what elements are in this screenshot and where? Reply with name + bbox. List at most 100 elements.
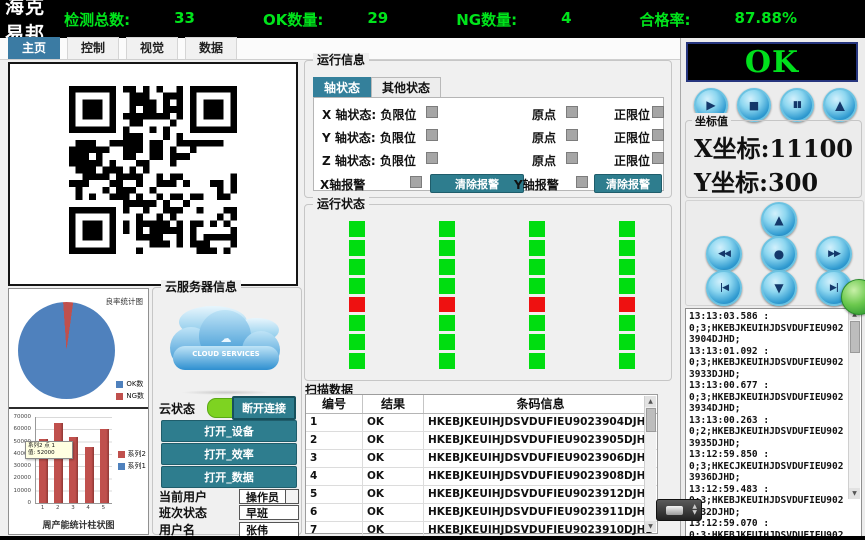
cloud-services-icon: ☁ CLOUD SERVICES [161,300,293,386]
status-led [529,315,545,331]
bar-x-axis: 12345 [35,505,111,511]
result-display: OK [686,42,858,82]
jog-pad: ▲◀◀●▶▶|◀▼▶| [685,200,864,306]
status-led [349,334,365,350]
svg-text:CLOUD SERVICES: CLOUD SERVICES [192,350,259,358]
axis-status-row: Y 轴状态: 负限位原点正限位 [314,129,663,143]
row-result: OK [363,414,424,431]
pos-limit-indicator [652,152,664,164]
x-tick-label: 3 [71,505,75,511]
legend-swatch [116,381,123,388]
tab-data[interactable]: 数据 [185,37,237,59]
alarm-indicator [576,176,588,188]
jog-up-button[interactable]: ▲ [761,202,797,238]
row-id: 6 [306,504,363,521]
record-button[interactable]: ● [761,236,797,272]
eject-button[interactable]: ▲ [823,88,857,122]
tab-home[interactable]: 主页 [8,37,60,59]
field-value[interactable]: 早班 [239,505,299,520]
log-scrollbar[interactable]: ▲ ▼ [848,309,860,499]
jog-left-button[interactable]: ◀◀ [706,236,742,272]
status-led [439,259,455,275]
status-led [349,353,365,369]
run-info-tab-1[interactable]: 其他状态 [371,77,441,98]
scrollbar-thumb[interactable] [850,321,860,353]
status-led [529,278,545,294]
pause-button[interactable]: ▮▮ [780,88,814,122]
open-button-1[interactable]: 打开_效率 [161,443,297,465]
bar [100,429,109,503]
scroll-up-icon[interactable]: ▲ [645,396,656,407]
mini-down-icon[interactable]: ▼ [692,510,697,516]
stop-button[interactable]: ■ [737,88,771,122]
table-row[interactable]: 5OKHKEBJKEUIHJDSVDUFIEU9023912DJHD [306,486,657,504]
bar [85,447,94,504]
x-tick-label: 2 [56,505,60,511]
header-stat: OK数量:29 [263,9,388,30]
status-led [619,259,635,275]
status-led [619,278,635,294]
scroll-down-icon[interactable]: ▼ [645,521,656,532]
table-row[interactable]: 6OKHKEBJKEUIHJDSVDUFIEU9023911DJHD [306,504,657,522]
legend-item: 系列1 [118,461,146,471]
run-info-panel: 运行信息 轴状态其他状态 X 轴状态: 负限位原点正限位Y 轴状态: 负限位原点… [304,60,672,198]
status-led [529,221,545,237]
status-led [529,297,545,313]
clear-alarm-button[interactable]: 清除报警 [594,174,662,193]
table-row[interactable]: 1OKHKEBJKEUIHJDSVDUFIEU9023904DJHD [306,414,657,432]
tab-control[interactable]: 控制 [67,37,119,59]
field-value[interactable]: 张伟 [239,522,299,537]
field-label: 班次状态 [159,504,239,521]
legend-item: 系列2 [118,449,146,459]
jog-down-button[interactable]: ▼ [761,270,797,306]
x-tick-label: 4 [86,505,90,511]
scrollbar-thumb[interactable] [646,408,656,432]
combo-dropdown-icon[interactable] [285,490,298,503]
status-led [439,315,455,331]
led-column [529,221,545,372]
axis-label: Y 轴状态: 负限位 [322,129,416,146]
row-id: 5 [306,486,363,503]
table-row[interactable]: 3OKHKEBJKEUIHJDSVDUFIEU9023906DJHD [306,450,657,468]
x-coordinate: X坐标:11100 [694,129,853,164]
y-tick-label: 10000 [14,488,32,494]
log-time: 13:13:03.586 : [689,311,847,323]
app-window: 海克易邦 检测总数:33OK数量:29NG数量:4合格率:87.88% 主页控制… [0,0,865,540]
tab-vision[interactable]: 视觉 [126,37,178,59]
status-led [619,240,635,256]
tooltip-line2: 值: 52000 [28,450,70,457]
table-row[interactable]: 4OKHKEBJKEUIHJDSVDUFIEU9023908DJHD [306,468,657,486]
row-id: 2 [306,432,363,449]
mini-toolbar-button[interactable] [666,506,683,515]
user-combobox[interactable]: 操作员 [239,489,299,504]
legend-item: OK数 [116,379,144,389]
open-button-2[interactable]: 打开_数据 [161,466,297,488]
cloud-status-label: 云状态 [159,400,195,417]
floating-mini-toolbar[interactable]: ▲ ▼ [656,499,702,521]
log-time: 13:13:01.092 : [689,346,847,358]
alarm-label: Y轴报警 [514,176,559,193]
jog-right-button[interactable]: ▶▶ [816,236,852,272]
header-stats: 检测总数:33OK数量:29NG数量:4合格率:87.88% [64,9,865,30]
legend-label: 系列1 [128,461,146,471]
title-bar: 海克易邦 检测总数:33OK数量:29NG数量:4合格率:87.88% [0,0,865,38]
cloud-field-row: 班次状态早班 [159,505,299,521]
disconnect-button[interactable]: 断开连接 [232,396,296,420]
origin-indicator [566,106,578,118]
step-start-button[interactable]: |◀ [706,270,742,306]
table-row[interactable]: 2OKHKEBJKEUIHJDSVDUFIEU9023905DJHD [306,432,657,450]
log-textbox[interactable]: 13:13:03.586 :0;3;HKEBJKEUIHJDSVDUFIEU90… [685,308,862,538]
pos-limit-indicator [652,106,664,118]
neg-limit-indicator [426,152,438,164]
scan-data-table: 编号结果条码信息1OKHKEBJKEUIHJDSVDUFIEU9023904DJ… [305,394,658,534]
y-tick-label: 60000 [14,426,32,432]
open-button-0[interactable]: 打开_设备 [161,420,297,442]
svg-text:☁: ☁ [221,332,232,345]
legend-item: NG数 [116,391,144,401]
status-led [349,259,365,275]
scroll-down-icon[interactable]: ▼ [849,488,860,499]
run-info-tab-0[interactable]: 轴状态 [313,77,371,98]
axis-label: X 轴状态: 负限位 [322,106,416,123]
table-scrollbar[interactable]: ▲ ▼ [644,396,656,532]
pie-graphic [18,302,115,399]
